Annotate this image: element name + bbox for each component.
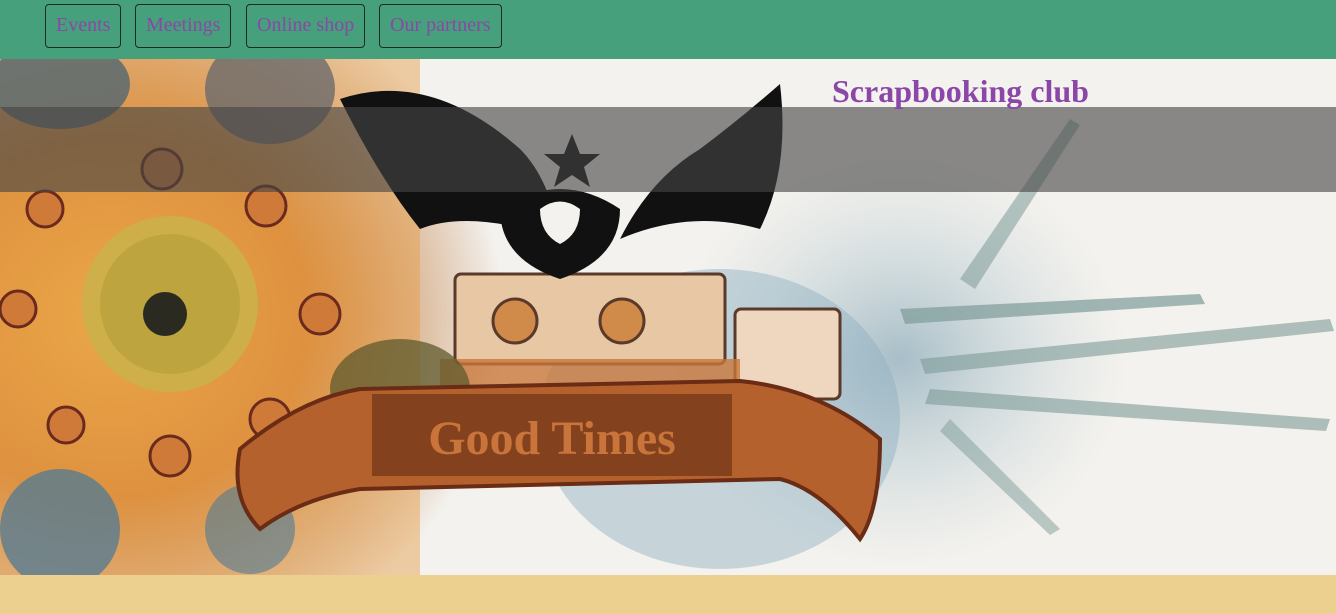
nav-link-events[interactable]: Events <box>45 4 122 48</box>
page-title: Scrapbooking club <box>832 73 1089 109</box>
artwork-banner-lettering: Good Times <box>428 412 676 465</box>
title-overlay-band <box>0 107 1336 192</box>
hero-banner: Good Times <box>0 59 1336 575</box>
top-navigation-bar: Events Meetings Online shop Our partners <box>0 0 1336 59</box>
nav-link-meetings[interactable]: Meetings <box>135 4 232 48</box>
nav-link-our-partners[interactable]: Our partners <box>379 4 502 48</box>
nav-link-online-shop[interactable]: Online shop <box>246 4 366 48</box>
page-footer-strip <box>0 575 1336 614</box>
